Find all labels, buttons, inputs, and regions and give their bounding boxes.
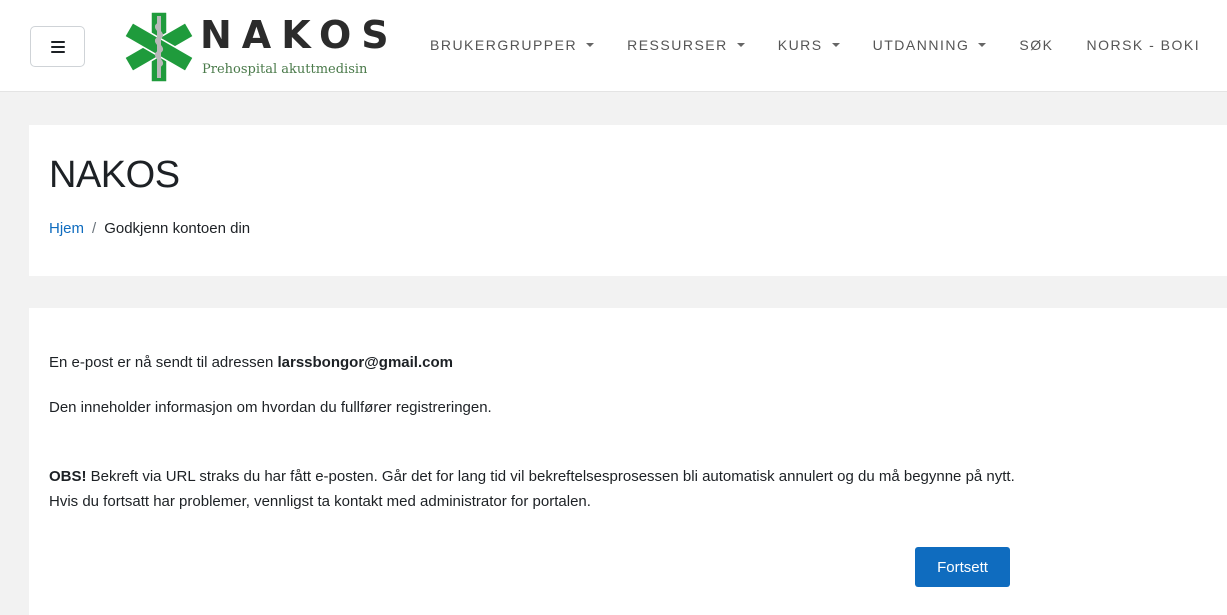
nav-item-language[interactable]: NORSK - BOKI — [1086, 37, 1200, 53]
page-title: NAKOS — [49, 154, 180, 196]
continue-button[interactable]: Fortsett — [915, 547, 1010, 587]
caret-down-icon — [736, 43, 745, 47]
breadcrumb-home-link[interactable]: Hjem — [49, 220, 84, 237]
page-header-card: NAKOS Hjem / Godkjenn kontoen din — [29, 125, 1227, 276]
obs-label: OBS! — [49, 468, 87, 485]
email-address: larssbongor@gmail.com — [277, 354, 453, 371]
star-of-life-logo-icon — [124, 11, 194, 83]
top-navbar: NAKOS Prehospital akuttmedisin BRUKERGRU… — [0, 0, 1227, 92]
nav-item-ressurser[interactable]: RESSURSER — [627, 37, 745, 53]
caret-down-icon — [978, 43, 987, 47]
logo-tagline: Prehospital akuttmedisin — [202, 62, 368, 77]
site-logo[interactable]: NAKOS Prehospital akuttmedisin — [118, 8, 389, 86]
nav-item-brukergrupper[interactable]: BRUKERGRUPPER — [430, 37, 595, 53]
nav-item-label: NORSK - BOKI — [1086, 37, 1201, 53]
nav-item-kurs[interactable]: KURS — [778, 37, 840, 53]
caret-down-icon — [831, 43, 840, 47]
obs-text: Bekreft via URL straks du har fått e-pos… — [86, 468, 1015, 485]
logo-wordmark: NAKOS — [200, 13, 399, 57]
nav-item-utdanning[interactable]: UTDANNING — [873, 37, 987, 53]
obs-message: OBS! Bekreft via URL straks du har fått … — [49, 468, 1015, 485]
email-sent-message: En e-post er nå sendt til adressen larss… — [49, 354, 453, 371]
contact-admin-message: Hvis du fortsatt har problemer, vennligs… — [49, 493, 591, 510]
confirmation-card: En e-post er nå sendt til adressen larss… — [29, 308, 1227, 615]
nav-item-label: RESSURSER — [627, 37, 728, 53]
nav-item-label: BRUKERGRUPPER — [430, 37, 578, 53]
nav-item-label: KURS — [777, 37, 823, 53]
hamburger-icon — [50, 40, 65, 53]
menu-toggle-button[interactable] — [30, 26, 85, 67]
nav-item-sok[interactable]: SØK — [1019, 37, 1053, 53]
nav-item-label: SØK — [1019, 37, 1054, 53]
email-sent-text: En e-post er nå sendt til adressen — [49, 354, 278, 371]
main-navigation: BRUKERGRUPPER RESSURSER KURS UTDANNING S… — [430, 37, 1227, 53]
breadcrumb: Hjem / Godkjenn kontoen din — [49, 220, 250, 237]
instructions-message: Den inneholder informasjon om hvordan du… — [49, 399, 492, 416]
caret-down-icon — [586, 43, 595, 47]
breadcrumb-current: Godkjenn kontoen din — [104, 220, 251, 237]
breadcrumb-separator: / — [92, 220, 97, 237]
nav-item-label: UTDANNING — [872, 37, 970, 53]
